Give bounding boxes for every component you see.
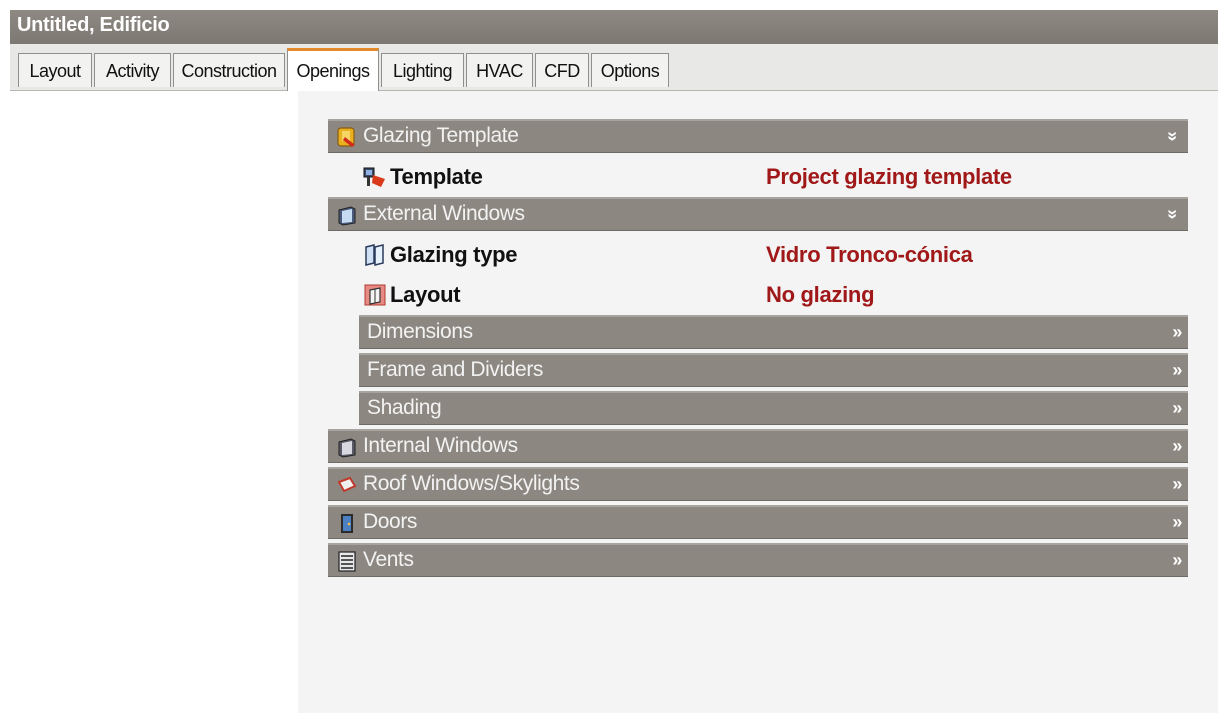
door-icon — [341, 514, 353, 533]
glazing-type-label: Glazing type — [390, 242, 518, 267]
tab-hvac[interactable]: HVAC — [466, 53, 533, 87]
internal-window-icon — [338, 438, 356, 458]
window-layout-icon — [364, 284, 386, 306]
template-property[interactable]: Template — [363, 159, 743, 195]
section-glazing-template[interactable]: Glazing Template » — [328, 119, 1188, 153]
subsection-frame-label: Frame and Dividers — [367, 358, 544, 381]
window-layout-label: Layout — [390, 282, 461, 307]
expand-chevron-icon: » — [1172, 512, 1182, 532]
section-external-windows[interactable]: External Windows » — [328, 197, 1188, 231]
tab-construction[interactable]: Construction — [173, 53, 285, 87]
expand-chevron-icon: » — [1172, 360, 1182, 380]
glazing-type-value[interactable]: Vidro Tronco-cónica — [766, 237, 973, 273]
section-roof-windows-label: Roof Windows/Skylights — [363, 472, 580, 495]
glazing-template-icon — [337, 127, 355, 147]
subsection-shading[interactable]: Shading » — [359, 391, 1188, 425]
collapse-chevron-icon: » — [1163, 209, 1184, 219]
section-roof-windows-skylights[interactable]: Roof Windows/Skylights » — [328, 467, 1188, 501]
external-window-icon — [338, 206, 356, 226]
expand-chevron-icon: » — [1172, 398, 1182, 418]
tab-layout[interactable]: Layout — [18, 53, 92, 87]
vent-icon — [338, 551, 356, 572]
expand-chevron-icon: » — [1172, 322, 1182, 342]
expand-chevron-icon: » — [1172, 550, 1182, 570]
window-layout-property[interactable]: Layout — [363, 277, 743, 313]
template-value[interactable]: Project glazing template — [766, 159, 1012, 195]
subsection-frame-and-dividers[interactable]: Frame and Dividers » — [359, 353, 1188, 387]
tab-openings[interactable]: Openings — [287, 48, 379, 91]
section-doors[interactable]: Doors » — [328, 505, 1188, 539]
glazing-type-property[interactable]: Glazing type — [363, 237, 743, 273]
subsection-dimensions[interactable]: Dimensions » — [359, 315, 1188, 349]
skylight-icon — [337, 476, 357, 493]
tab-lighting[interactable]: Lighting — [381, 53, 464, 87]
navigator-pane — [10, 91, 298, 713]
tab-activity[interactable]: Activity — [94, 53, 171, 87]
subsection-shading-label: Shading — [367, 396, 442, 419]
tab-strip: Layout Activity Construction Openings Li… — [10, 44, 1218, 91]
expand-chevron-icon: » — [1172, 474, 1182, 494]
title-bar: Untitled, Edificio — [10, 10, 1218, 44]
tab-options[interactable]: Options — [591, 53, 669, 87]
section-internal-windows-label: Internal Windows — [363, 434, 518, 457]
subsection-dimensions-label: Dimensions — [367, 320, 473, 343]
section-vents[interactable]: Vents » — [328, 543, 1188, 577]
section-internal-windows[interactable]: Internal Windows » — [328, 429, 1188, 463]
expand-chevron-icon: » — [1172, 436, 1182, 456]
window-title: Untitled, Edificio — [17, 14, 170, 36]
template-icon — [363, 167, 385, 187]
collapse-chevron-icon: » — [1163, 131, 1184, 141]
window-layout-value[interactable]: No glazing — [766, 277, 875, 313]
glazing-type-icon — [365, 244, 384, 266]
section-glazing-template-label: Glazing Template — [363, 124, 519, 147]
section-external-windows-label: External Windows — [363, 202, 525, 225]
tab-cfd[interactable]: CFD — [535, 53, 589, 87]
section-doors-label: Doors — [363, 510, 418, 533]
template-label: Template — [390, 164, 483, 189]
section-vents-label: Vents — [363, 548, 414, 571]
